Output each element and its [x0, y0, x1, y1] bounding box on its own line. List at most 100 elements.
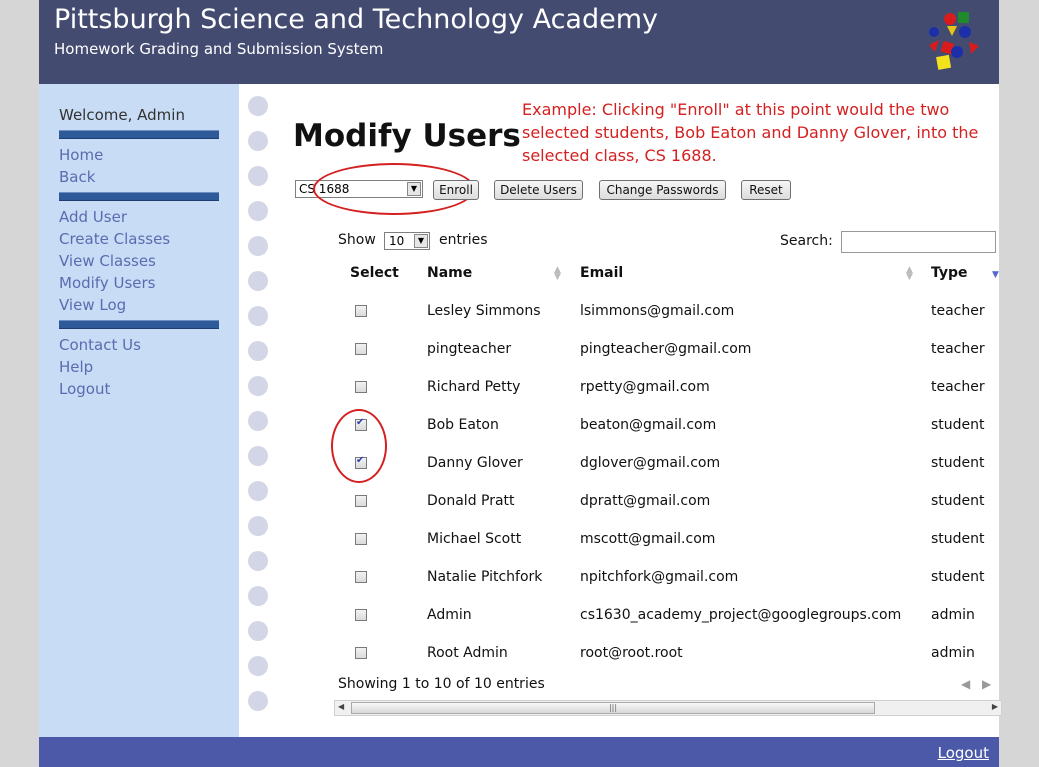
- delete-users-button[interactable]: Delete Users: [494, 180, 583, 200]
- sort-desc-icon[interactable]: ▼: [992, 271, 999, 280]
- binder-ring: [248, 271, 268, 291]
- binder-ring: [248, 621, 268, 641]
- sort-icon[interactable]: ▲ ▼: [554, 266, 561, 282]
- search-label: Search:: [780, 233, 833, 249]
- table-info: Showing 1 to 10 of 10 entries: [338, 676, 545, 692]
- footer-logout-link[interactable]: Logout: [938, 744, 989, 762]
- binder-ring: [248, 691, 268, 711]
- row-checkbox[interactable]: [355, 533, 367, 545]
- cell-name: Danny Glover: [427, 455, 523, 471]
- cell-email: lsimmons@gmail.com: [580, 303, 735, 319]
- sort-icon[interactable]: ▲ ▼: [906, 266, 913, 282]
- cell-type: teacher: [931, 379, 985, 395]
- cell-email: beaton@gmail.com: [580, 417, 717, 433]
- binder-ring: [248, 376, 268, 396]
- cell-email: rpetty@gmail.com: [580, 379, 710, 395]
- cell-name: Michael Scott: [427, 531, 522, 547]
- horizontal-scrollbar[interactable]: ◀ ||| ▶: [334, 700, 1002, 716]
- binder-ring: [248, 166, 268, 186]
- cell-type: student: [931, 417, 985, 433]
- binder-ring: [248, 411, 268, 431]
- row-checkbox[interactable]: [355, 647, 367, 659]
- annotation-note: Example: Clicking "Enroll" at this point…: [522, 100, 979, 165]
- sidebar-divider: [59, 320, 219, 329]
- scrollbar-thumb[interactable]: |||: [351, 702, 875, 714]
- cell-type: student: [931, 531, 985, 547]
- binder-ring: [248, 516, 268, 536]
- change-passwords-button[interactable]: Change Passwords: [599, 180, 726, 200]
- cell-type: student: [931, 493, 985, 509]
- column-header-email[interactable]: Email: [580, 265, 623, 281]
- site-header: Pittsburgh Science and Technology Academ…: [39, 0, 999, 84]
- cell-email: npitchfork@gmail.com: [580, 569, 739, 585]
- cell-type: admin: [931, 645, 975, 661]
- nav-help[interactable]: Help: [59, 356, 93, 378]
- cell-name: Richard Petty: [427, 379, 521, 395]
- highlight-oval: [331, 409, 387, 483]
- cell-type: student: [931, 569, 985, 585]
- row-checkbox[interactable]: [355, 381, 367, 393]
- row-checkbox[interactable]: [355, 343, 367, 355]
- main-content: Modify Users Example: Clicking "Enroll" …: [279, 84, 1002, 737]
- show-label: Show: [338, 232, 376, 248]
- cell-name: Admin: [427, 607, 472, 623]
- next-page-icon[interactable]: ▶: [982, 677, 991, 691]
- previous-page-icon[interactable]: ◀: [961, 677, 970, 691]
- sidebar-divider: [59, 192, 219, 201]
- row-checkbox[interactable]: [355, 495, 367, 507]
- cell-name: Donald Pratt: [427, 493, 515, 509]
- cell-type: teacher: [931, 303, 985, 319]
- scroll-right-icon[interactable]: ▶: [992, 702, 998, 711]
- binder-ring: [248, 656, 268, 676]
- nav-contact-us[interactable]: Contact Us: [59, 334, 141, 356]
- nav-back[interactable]: Back: [59, 166, 95, 188]
- nav-modify-users[interactable]: Modify Users: [59, 272, 155, 294]
- academy-logo-icon: [929, 12, 979, 70]
- column-header-select[interactable]: Select: [350, 265, 399, 281]
- cell-type: admin: [931, 607, 975, 623]
- cell-email: cs1630_academy_project@googlegroups.com: [580, 607, 902, 623]
- nav-logout[interactable]: Logout: [59, 378, 110, 400]
- binder-ring: [248, 236, 268, 256]
- enroll-button[interactable]: Enroll: [433, 180, 479, 200]
- sidebar: Welcome, Admin Home Back Add User Create…: [39, 84, 239, 737]
- chevron-down-icon[interactable]: ▼: [414, 234, 428, 248]
- binder-ring: [248, 551, 268, 571]
- binder-ring: [248, 96, 268, 116]
- cell-type: student: [931, 455, 985, 471]
- binder-ring: [248, 446, 268, 466]
- cell-name: Natalie Pitchfork: [427, 569, 543, 585]
- binder-ring: [248, 306, 268, 326]
- site-footer: Logout: [39, 737, 999, 767]
- row-checkbox[interactable]: [355, 305, 367, 317]
- cell-email: pingteacher@gmail.com: [580, 341, 752, 357]
- site-title: Pittsburgh Science and Technology Academ…: [54, 4, 659, 35]
- nav-view-classes[interactable]: View Classes: [59, 250, 156, 272]
- binder-ring: [248, 481, 268, 501]
- nav-add-user[interactable]: Add User: [59, 206, 127, 228]
- cell-name: Lesley Simmons: [427, 303, 541, 319]
- cell-email: dpratt@gmail.com: [580, 493, 711, 509]
- nav-home[interactable]: Home: [59, 144, 103, 166]
- entries-select[interactable]: 10 ▼: [384, 232, 430, 250]
- sidebar-divider: [59, 130, 219, 139]
- cell-name: Bob Eaton: [427, 417, 499, 433]
- binder-ring: [248, 131, 268, 151]
- nav-create-classes[interactable]: Create Classes: [59, 228, 170, 250]
- row-checkbox[interactable]: [355, 571, 367, 583]
- binder-ring: [248, 201, 268, 221]
- page-title: Modify Users: [293, 118, 521, 154]
- column-header-type[interactable]: Type: [931, 265, 968, 281]
- scroll-left-icon[interactable]: ◀: [338, 702, 344, 711]
- cell-type: teacher: [931, 341, 985, 357]
- site-subtitle: Homework Grading and Submission System: [54, 40, 384, 58]
- row-checkbox[interactable]: [355, 609, 367, 621]
- nav-view-log[interactable]: View Log: [59, 294, 126, 316]
- entries-select-value: 10: [389, 234, 405, 248]
- cell-email: dglover@gmail.com: [580, 455, 721, 471]
- search-input[interactable]: [841, 231, 996, 253]
- column-header-name[interactable]: Name: [427, 265, 472, 281]
- entries-label: entries: [439, 232, 488, 248]
- reset-button[interactable]: Reset: [741, 180, 791, 200]
- cell-name: pingteacher: [427, 341, 512, 357]
